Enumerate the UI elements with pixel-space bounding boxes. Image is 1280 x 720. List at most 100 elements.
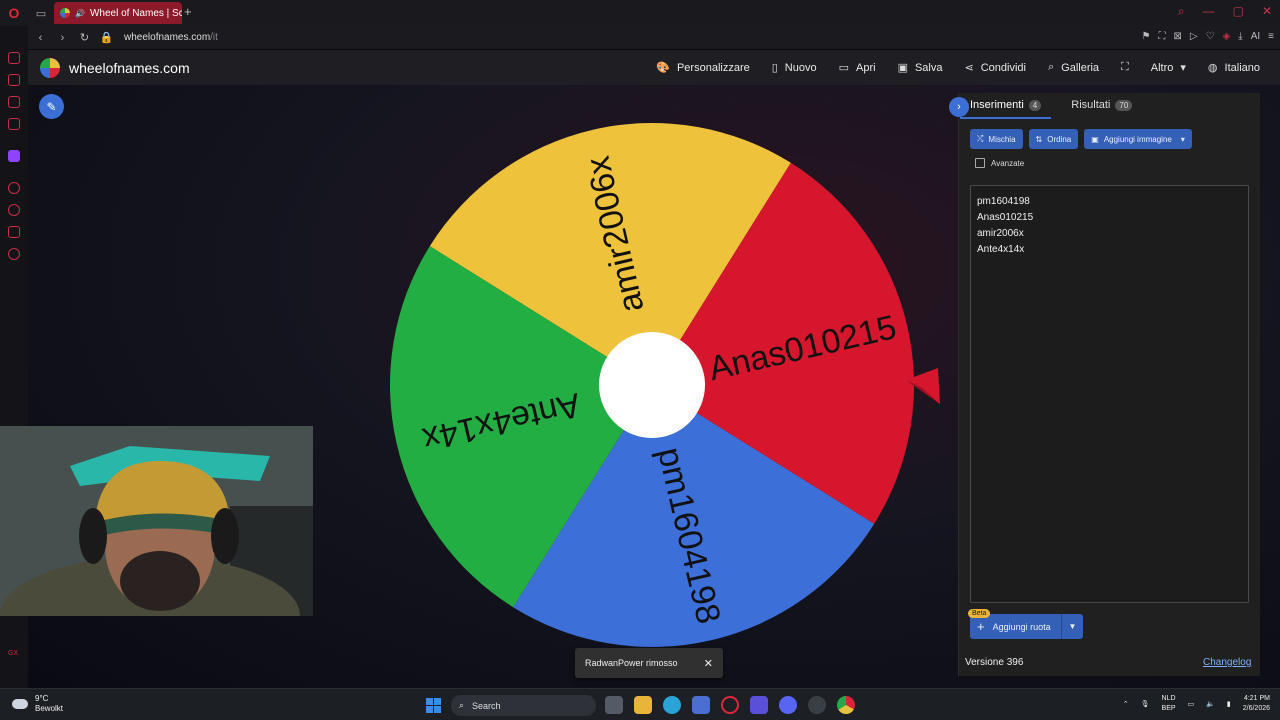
discord-icon[interactable] (779, 696, 797, 714)
volume-icon[interactable]: 🔈 (1206, 700, 1215, 708)
chat-icon[interactable] (8, 226, 20, 238)
entry-line: Ante4x14x (977, 244, 1025, 255)
entries-textarea[interactable]: pm1604198 Anas010215 amir2006x Ante4x14x (970, 185, 1249, 603)
menu-gallery[interactable]: ⌕ Galleria (1048, 61, 1099, 74)
changelog-link[interactable]: Changelog (1203, 657, 1251, 668)
windows-start-icon[interactable] (426, 698, 441, 713)
site-title[interactable]: wheelofnames.com (69, 60, 190, 76)
menu-icon[interactable]: ≡ (1268, 31, 1274, 42)
browser-tab[interactable]: 🔊 Wheel of Names | Scel (54, 2, 182, 24)
site-logo-icon[interactable] (40, 57, 60, 78)
fullscreen-icon: ⛶ (1121, 61, 1129, 73)
menu-customize[interactable]: 🎨 Personalizzare (656, 61, 749, 75)
language-indicator[interactable]: NLD BEP (1162, 694, 1176, 714)
toast-message: RadwanPower rimosso (585, 658, 678, 668)
store-icon[interactable] (692, 696, 710, 714)
menu-new[interactable]: ▯ Nuovo (772, 61, 817, 75)
gx-icon[interactable]: GX (8, 650, 20, 662)
add-wheel-label: Aggiungi ruota (992, 621, 1051, 632)
heart-icon[interactable]: ♡ (1206, 31, 1215, 42)
reload-button[interactable]: ↻ (75, 31, 94, 44)
weather-desc: Bewolkt (35, 704, 64, 713)
adblock-icon[interactable]: ⊠ (1174, 31, 1182, 42)
history-icon[interactable] (8, 204, 20, 216)
edge-icon[interactable] (663, 696, 681, 714)
sort-button[interactable]: ⇅ Ordina (1028, 129, 1079, 149)
player-sidebar-icon[interactable] (8, 182, 20, 194)
whatsapp-icon[interactable] (8, 96, 20, 108)
globe-icon: ◍ (1207, 62, 1218, 74)
back-button[interactable]: ‹ (31, 32, 50, 44)
entry-line: Anas010215 (977, 212, 1034, 223)
tab-entries-label: Inserimenti (970, 99, 1024, 111)
edit-button[interactable]: ✎ (39, 94, 64, 119)
menu-save[interactable]: ▣ Salva (898, 61, 943, 75)
microphone-icon[interactable]: 🎙 (1141, 700, 1150, 708)
bookmark-icon[interactable]: ⚑ (1142, 31, 1151, 42)
taskbar-search[interactable]: ⌕ Search (451, 695, 596, 716)
advanced-checkbox[interactable] (975, 158, 985, 168)
toast-close-button[interactable]: ✕ (704, 657, 713, 670)
task-view-icon[interactable] (605, 696, 623, 714)
weather-widget[interactable]: 9°C Bewolkt (12, 694, 63, 714)
download-icon[interactable]: ⤓ (1238, 31, 1242, 42)
browser-tab-title: Wheel of Names | Scel (89, 7, 182, 19)
menu-more[interactable]: Altro ▾ (1151, 61, 1186, 75)
opera-gx-icon[interactable] (721, 696, 739, 714)
toast-notification: RadwanPower rimosso ✕ (575, 648, 723, 678)
ai-icon[interactable]: AI (1251, 31, 1260, 42)
file-explorer-icon[interactable] (634, 696, 652, 714)
steam-icon[interactable] (808, 696, 826, 714)
forward-button[interactable]: › (53, 32, 72, 44)
player-icon[interactable]: ▷ (1190, 31, 1198, 42)
opera-logo-icon[interactable]: O (0, 0, 28, 26)
battery-icon[interactable]: ▮ (1227, 700, 1231, 708)
wheel-pointer-icon (906, 368, 940, 404)
search-tabs-icon[interactable]: ⌕ (1178, 4, 1185, 19)
wheel-center[interactable] (599, 332, 705, 438)
clock-time: 4:21 PM (1243, 695, 1270, 702)
shuffle-icon: ⤮ (977, 134, 984, 143)
menu-open[interactable]: ▭ Apri (839, 61, 876, 75)
shuffle-label: Mischia (988, 134, 1016, 144)
menu-language-label: Italiano (1224, 61, 1260, 74)
new-tab-button[interactable]: + (184, 4, 192, 19)
network-icon[interactable]: ▭ (1188, 700, 1195, 708)
add-image-button[interactable]: ▣ Aggiungi immagine ▾ (1084, 129, 1192, 149)
tab-menu-icon[interactable]: ▭ (28, 0, 54, 26)
active-tab-indicator (960, 117, 1051, 119)
entry-line: amir2006x (977, 228, 1024, 239)
snapshot-icon[interactable]: ⛶ (1159, 31, 1166, 42)
menu-language[interactable]: ◍ Italiano (1207, 61, 1260, 75)
wheel-favicon-icon (60, 8, 70, 18)
messenger-icon[interactable] (8, 74, 20, 86)
settings-icon[interactable] (8, 248, 20, 260)
wheel[interactable]: amir2006xAnas010215pm1604198Ante4x14x (387, 120, 917, 650)
tab-results[interactable]: Risultati 70 (1071, 99, 1133, 111)
speed-dial-icon[interactable] (8, 52, 20, 64)
pencil-icon: ✎ (46, 99, 57, 114)
wallet-icon[interactable]: ◈ (1223, 31, 1231, 42)
menu-gallery-label: Galleria (1061, 61, 1100, 74)
hide-panel-button[interactable]: › (949, 97, 969, 117)
menu-share[interactable]: ⋖ Condividi (965, 61, 1026, 75)
tab-entries[interactable]: Inserimenti 4 (970, 99, 1042, 111)
app-icon[interactable] (750, 696, 768, 714)
fullscreen-button[interactable]: ⛶ (1121, 61, 1129, 74)
url-field[interactable]: wheelofnames.com/it (124, 32, 218, 43)
menu-share-label: Condividi (980, 61, 1026, 74)
close-window-button[interactable]: ✕ (1262, 4, 1272, 19)
window-controls: ⌕ — ▢ ✕ (1178, 4, 1272, 19)
tab-results-label: Risultati (1071, 99, 1111, 111)
maximize-button[interactable]: ▢ (1233, 4, 1244, 19)
music-icon[interactable] (8, 118, 20, 130)
clock[interactable]: 4:21 PM 2/6/2026 (1243, 694, 1270, 714)
twitch-icon[interactable] (8, 150, 20, 162)
add-wheel-dropdown[interactable]: ▼ (1061, 614, 1083, 639)
minimize-button[interactable]: — (1203, 4, 1215, 19)
chevron-up-icon[interactable]: ⌃ (1123, 700, 1129, 708)
advanced-option[interactable]: Avanzate (975, 158, 1024, 168)
lang-top: NLD (1161, 695, 1176, 702)
chrome-icon[interactable] (837, 696, 855, 714)
shuffle-button[interactable]: ⤮ Mischia (970, 129, 1023, 149)
